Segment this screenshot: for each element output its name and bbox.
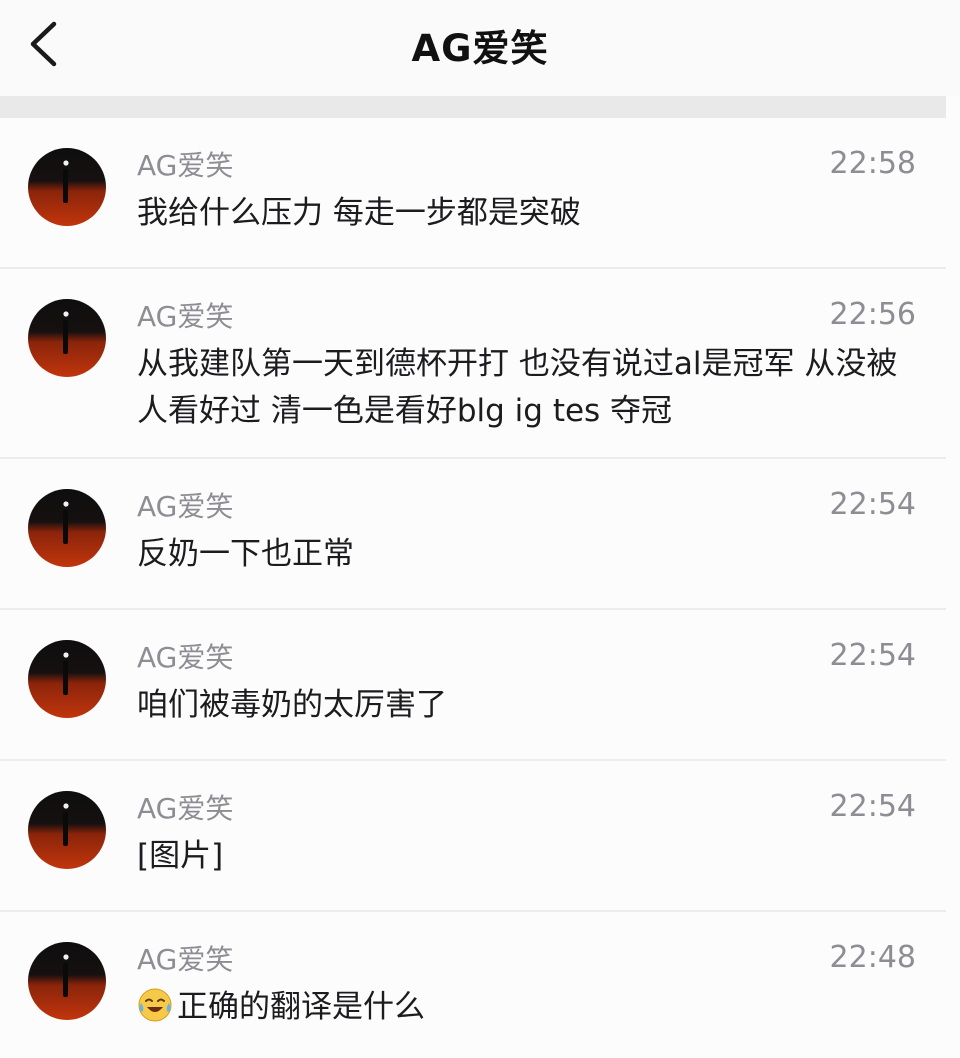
- sender-name: AG爱笑: [137, 149, 234, 182]
- avatar[interactable]: [28, 489, 106, 567]
- timestamp: 22:48: [829, 940, 916, 975]
- avatar[interactable]: [28, 299, 106, 377]
- sender-name: AG爱笑: [137, 792, 234, 825]
- timestamp: 22:54: [829, 638, 916, 673]
- timestamp: 22:54: [829, 789, 916, 824]
- timestamp: 22:54: [829, 487, 916, 522]
- avatar[interactable]: [28, 942, 106, 1020]
- message-row[interactable]: AG爱笑 22:58 我给什么压力 每走一步都是突破: [0, 118, 946, 269]
- avatar[interactable]: [28, 640, 106, 718]
- chat-screen: AG爱笑 AG爱笑 22:58 我给什么压力 每走一步都是突破 AG爱笑 22:…: [0, 0, 960, 1058]
- laughing-crying-emoji-icon: [138, 988, 172, 1022]
- message-row[interactable]: AG爱笑 22:56 从我建队第一天到德杯开打 也没有说过al是冠军 从没被人看…: [0, 269, 946, 459]
- timestamp: 22:56: [829, 297, 916, 332]
- message-row[interactable]: AG爱笑 22:54 咱们被毒奶的太厉害了: [0, 610, 946, 761]
- message-preview: 反奶一下也正常: [137, 536, 354, 572]
- sender-name: AG爱笑: [137, 300, 234, 333]
- avatar[interactable]: [28, 791, 106, 869]
- message-text: 正确的翻译是什么: [177, 989, 425, 1025]
- message-preview: 我给什么压力 每走一步都是突破: [137, 195, 581, 231]
- message-list: AG爱笑 22:58 我给什么压力 每走一步都是突破 AG爱笑 22:56 从我…: [0, 118, 946, 1058]
- header: AG爱笑: [0, 0, 960, 96]
- sender-name: AG爱笑: [137, 641, 234, 674]
- divider-strip: [0, 96, 946, 118]
- page-title: AG爱笑: [411, 27, 549, 70]
- message-preview: 正确的翻译是什么: [137, 984, 917, 1031]
- message-preview: 从我建队第一天到德杯开打 也没有说过al是冠军 从没被人看好过 清一色是看好bl…: [137, 346, 898, 429]
- message-row[interactable]: AG爱笑 22:54 反奶一下也正常: [0, 459, 946, 610]
- avatar[interactable]: [28, 148, 106, 226]
- sender-name: AG爱笑: [137, 490, 234, 523]
- message-row[interactable]: AG爱笑 22:48 正确的翻译是什么: [0, 912, 946, 1058]
- message-row[interactable]: AG爱笑 22:54 [图片]: [0, 761, 946, 912]
- timestamp: 22:58: [829, 146, 916, 181]
- message-preview: [图片]: [137, 838, 224, 874]
- message-preview: 咱们被毒奶的太厉害了: [137, 687, 447, 723]
- sender-name: AG爱笑: [137, 943, 234, 976]
